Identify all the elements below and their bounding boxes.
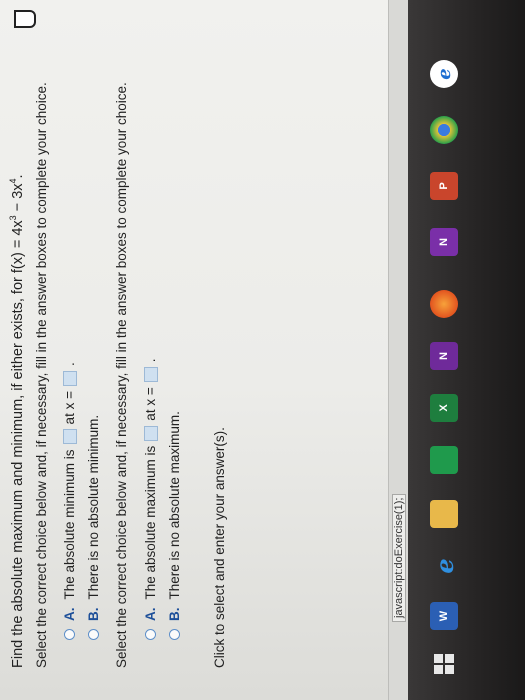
chrome-icon[interactable]: [430, 116, 458, 144]
option-text: at x =: [62, 391, 77, 425]
option-text: at x =: [143, 387, 158, 421]
option-text: There is no absolute minimum.: [86, 414, 101, 600]
minimum-value-input[interactable]: [62, 429, 77, 445]
part2-option-a[interactable]: A. The absolute maximum is at x = .: [143, 359, 158, 640]
part1-option-a[interactable]: A. The absolute minimum is at x = .: [62, 362, 77, 640]
status-url: javascript:doExercise(1);: [392, 493, 406, 622]
part1-option-b[interactable]: B. There is no absolute minimum.: [86, 415, 101, 640]
option-letter: B.: [167, 607, 182, 622]
firefox-icon[interactable]: [430, 290, 458, 318]
exercise-screen: Find the absolute maximum and minimum, i…: [0, 0, 409, 700]
option-text: The absolute minimum is: [62, 449, 77, 600]
option-text: The absolute maximum is: [143, 445, 158, 600]
store-icon[interactable]: [430, 446, 458, 474]
option-text: There is no absolute maximum.: [167, 411, 182, 600]
radio-button[interactable]: [88, 629, 99, 640]
part1-instruction: Select the correct choice below and, if …: [34, 82, 49, 668]
radio-button[interactable]: [64, 629, 75, 640]
minimum-x-input[interactable]: [62, 371, 77, 387]
question-text: Find the absolute maximum and minimum, i…: [8, 174, 26, 668]
onenote-icon[interactable]: N: [430, 342, 458, 370]
powerpoint-icon[interactable]: P: [430, 172, 458, 200]
radio-button[interactable]: [145, 629, 156, 640]
option-letter: B.: [86, 607, 101, 622]
excel-icon[interactable]: X: [430, 394, 458, 422]
option-text: .: [143, 358, 158, 363]
option-text: .: [62, 362, 77, 367]
word-icon[interactable]: W: [430, 602, 458, 630]
file-explorer-icon[interactable]: [430, 500, 458, 528]
part2-instruction: Select the correct choice below and, if …: [114, 82, 129, 668]
internet-explorer-icon[interactable]: e: [430, 60, 458, 88]
hint-text: Click to select and enter your answer(s)…: [212, 427, 227, 668]
rotated-photo: Find the absolute maximum and minimum, i…: [0, 0, 525, 700]
hand-cursor-icon: [14, 10, 36, 28]
option-letter: A.: [62, 607, 77, 622]
start-icon[interactable]: [430, 650, 458, 678]
onenote-icon[interactable]: N: [430, 228, 458, 256]
windows-taskbar: W e X N N P e: [408, 0, 525, 700]
part2-option-b[interactable]: B. There is no absolute maximum.: [167, 411, 182, 640]
internet-explorer-icon[interactable]: e: [430, 552, 459, 580]
radio-button[interactable]: [169, 629, 180, 640]
maximum-value-input[interactable]: [143, 425, 158, 441]
browser-status-bar: javascript:doExercise(1);: [388, 0, 409, 700]
maximum-x-input[interactable]: [143, 367, 158, 383]
option-letter: A.: [143, 607, 158, 622]
